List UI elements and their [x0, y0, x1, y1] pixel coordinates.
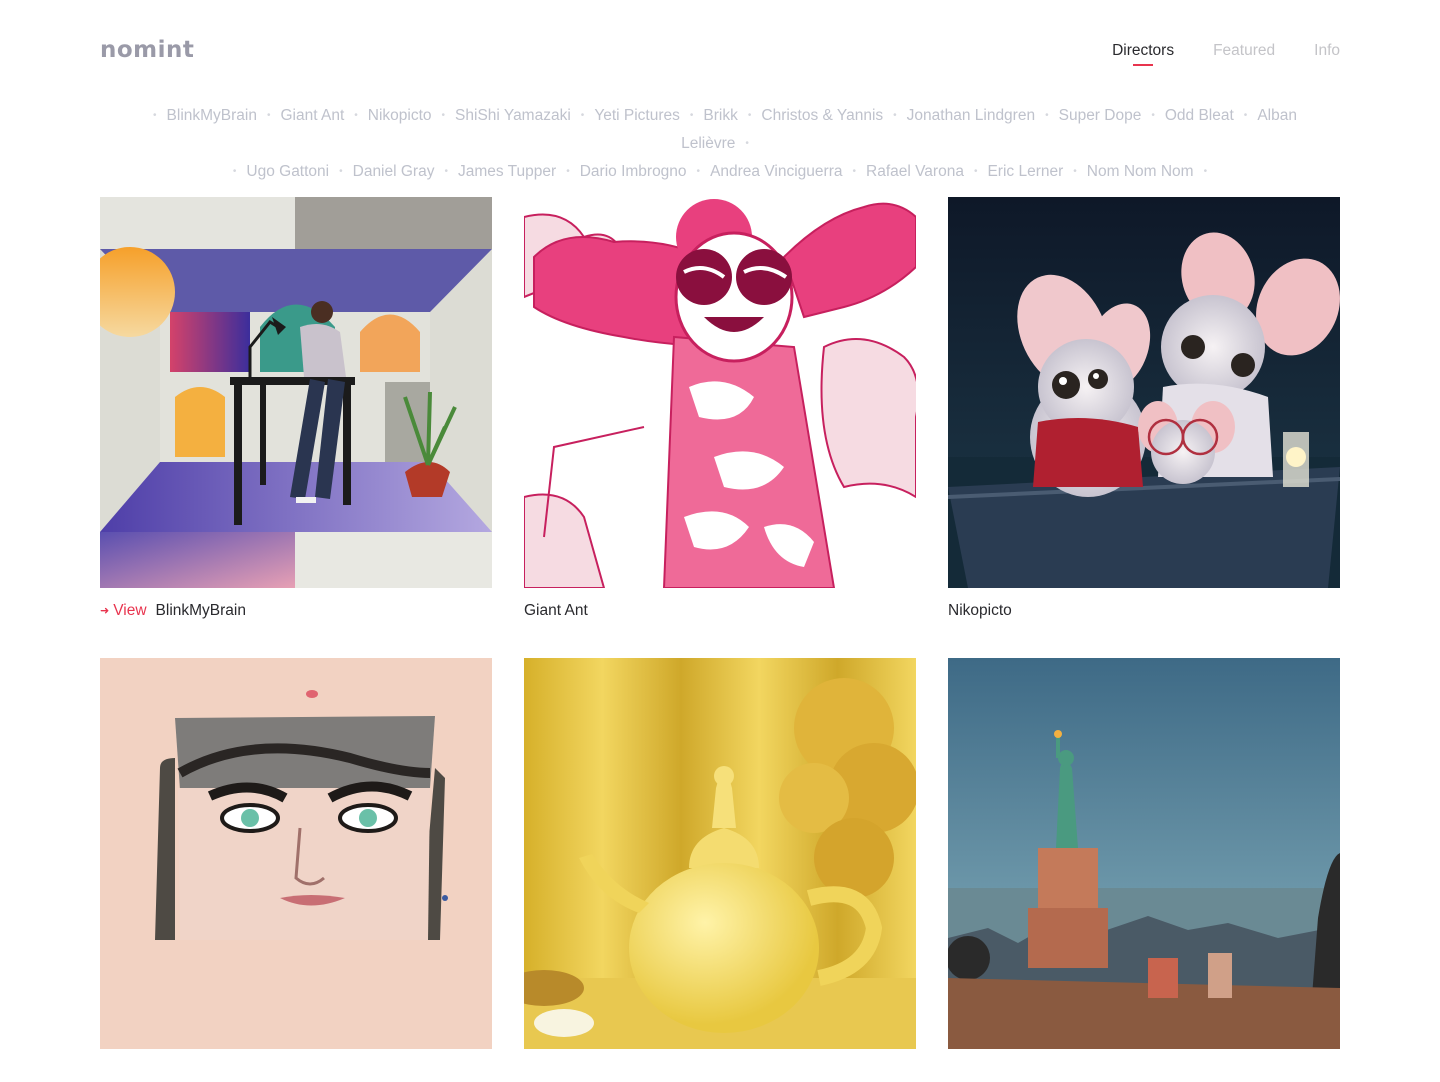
director-link[interactable]: Giant Ant [281, 107, 345, 124]
main-nav: Directors Featured Info [1073, 42, 1340, 60]
project-card[interactable] [100, 658, 492, 1082]
director-link[interactable]: Daniel Gray [353, 163, 435, 180]
project-card[interactable] [524, 658, 916, 1082]
project-card[interactable]: Nikopicto [948, 197, 1340, 621]
director-link[interactable]: Christos & Yannis [761, 107, 883, 124]
card-title[interactable]: BlinkMyBrain [156, 602, 246, 619]
project-card[interactable]: ➜ View BlinkMyBrain [100, 197, 492, 621]
director-link[interactable]: Nom Nom Nom [1087, 163, 1194, 180]
director-link[interactable]: Jonathan Lindgren [907, 107, 1035, 124]
project-card[interactable]: Giant Ant [524, 197, 916, 621]
directors-row: • Ugo Gattoni • Daniel Gray • James Tupper • Da… [120, 158, 1320, 186]
site-logo[interactable]: nomint [100, 36, 194, 64]
separator-dot-icon: • [153, 110, 157, 121]
directors-list: • BlinkMyBrain • Giant Ant • Nikopicto • ShiShi… [120, 102, 1320, 186]
project-card[interactable] [948, 658, 1340, 1082]
card-caption: ➜ View BlinkMyBrain [100, 601, 492, 621]
thumbnail-image[interactable] [100, 658, 492, 1049]
separator-dot-icon: • [1203, 166, 1208, 177]
nav-featured[interactable]: Featured [1213, 42, 1275, 60]
director-link[interactable]: Andrea Vinciguerra [710, 163, 842, 180]
card-title[interactable]: Giant Ant [524, 602, 588, 619]
card-title[interactable]: Nikopicto [948, 602, 1012, 619]
separator-dot-icon: • [745, 138, 749, 149]
separator-dot-icon: • [1045, 110, 1049, 121]
separator-dot-icon: • [1151, 110, 1155, 121]
director-link[interactable]: Yeti Pictures [594, 107, 680, 124]
separator-dot-icon: • [444, 166, 448, 177]
site-header: nomint Directors Featured Info [0, 0, 1440, 90]
separator-dot-icon: • [689, 110, 694, 121]
card-caption [100, 1062, 492, 1082]
separator-dot-icon: • [441, 110, 446, 121]
card-caption: Nikopicto [948, 601, 1340, 621]
card-caption [948, 1062, 1340, 1082]
director-link[interactable]: Brikk [703, 107, 737, 124]
separator-dot-icon: • [232, 166, 237, 177]
director-link[interactable]: BlinkMyBrain [167, 107, 257, 124]
director-link[interactable]: James Tupper [458, 163, 556, 180]
separator-dot-icon: • [747, 110, 752, 121]
thumbnail-image[interactable] [100, 197, 492, 588]
director-link[interactable]: Rafael Varona [866, 163, 964, 180]
director-link[interactable]: Odd Bleat [1165, 107, 1234, 124]
director-link[interactable]: ShiShi Yamazaki [455, 107, 571, 124]
separator-dot-icon: • [1243, 110, 1248, 121]
separator-dot-icon: • [580, 110, 585, 121]
separator-dot-icon: • [973, 166, 978, 177]
nav-info[interactable]: Info [1314, 42, 1340, 60]
director-link[interactable]: Dario Imbrogno [580, 163, 687, 180]
separator-dot-icon: • [354, 110, 358, 121]
view-link[interactable]: ➜ View [100, 602, 147, 619]
separator-dot-icon: • [339, 166, 343, 177]
directors-row: • BlinkMyBrain • Giant Ant • Nikopicto • ShiShi… [120, 102, 1320, 158]
thumbnail-image[interactable] [948, 658, 1340, 1049]
separator-dot-icon: • [696, 166, 701, 177]
thumbnail-image[interactable] [524, 658, 916, 1049]
card-caption: Giant Ant [524, 601, 916, 621]
thumbnail-image[interactable] [948, 197, 1340, 588]
separator-dot-icon: • [852, 166, 856, 177]
director-link[interactable]: Nikopicto [368, 107, 432, 124]
separator-dot-icon: • [893, 110, 897, 121]
nav-directors[interactable]: Directors [1112, 42, 1174, 60]
separator-dot-icon: • [566, 166, 570, 177]
separator-dot-icon: • [1073, 166, 1077, 177]
director-link[interactable]: Eric Lerner [987, 163, 1063, 180]
arrow-right-icon: ➜ [100, 605, 110, 617]
director-link[interactable]: Super Dope [1059, 107, 1142, 124]
thumbnail-image[interactable] [524, 197, 916, 588]
separator-dot-icon: • [266, 110, 271, 121]
card-caption [524, 1062, 916, 1082]
director-link[interactable]: Ugo Gattoni [246, 163, 329, 180]
